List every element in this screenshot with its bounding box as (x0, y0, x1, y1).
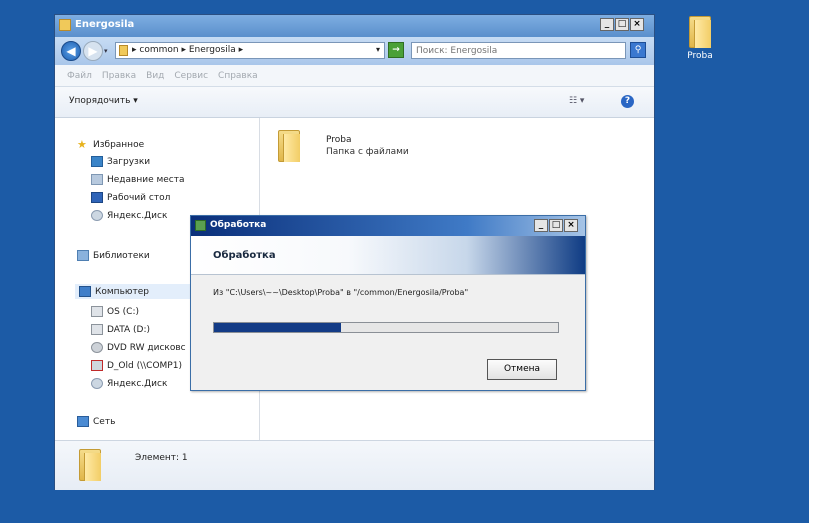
organize-button[interactable]: Упорядочить ▾ (69, 96, 138, 106)
menu-view[interactable]: Вид (146, 71, 164, 81)
sidebar-item-yandex-disk[interactable]: Яндекс.Диск (91, 210, 167, 221)
disconnected-network-drive-icon (91, 360, 103, 371)
progress-dialog: Обработка _ □ × Обработка Из "C:\Users\~… (190, 215, 586, 391)
dvd-drive-icon (91, 342, 103, 353)
chevron-down-icon[interactable]: ▾ (376, 45, 380, 54)
folder-icon (689, 16, 711, 48)
close-button[interactable]: × (630, 18, 644, 31)
folder-icon (59, 19, 71, 31)
sidebar-item-recent[interactable]: Недавние места (91, 174, 185, 185)
app-icon (195, 220, 206, 231)
details-pane: Элемент: 1 (55, 440, 654, 490)
downloads-icon (91, 156, 103, 167)
menu-edit[interactable]: Правка (102, 71, 136, 81)
explorer-titlebar[interactable]: Energosila _ □ × (55, 15, 654, 37)
cancel-button[interactable]: Отмена (487, 359, 557, 380)
folder-icon (278, 130, 300, 162)
sidebar-item-label: OS (C:) (107, 306, 139, 317)
item-count: Элемент: 1 (135, 453, 188, 463)
sidebar-item-label: DATA (D:) (107, 324, 151, 335)
dialog-controls: _ □ × (534, 219, 578, 232)
menu-bar: Файл Правка Вид Сервис Справка (55, 65, 654, 87)
menu-file[interactable]: Файл (67, 71, 92, 81)
sidebar-item-label: Избранное (93, 139, 145, 150)
sidebar-item-label: Загрузки (107, 156, 151, 167)
sidebar-item-network-drive[interactable]: D_Old (\\COMP1) (91, 360, 182, 371)
sidebar-item-favorites[interactable]: ★ Избранное (77, 138, 144, 151)
sidebar-item-downloads[interactable]: Загрузки (91, 156, 150, 167)
maximize-button[interactable]: □ (615, 18, 629, 31)
minimize-button[interactable]: _ (600, 18, 614, 31)
menu-help[interactable]: Справка (218, 71, 258, 81)
star-icon: ★ (77, 138, 87, 151)
libraries-icon (77, 250, 89, 261)
address-field[interactable]: ▸ common ▸ Energosila ▸ ▾ (115, 42, 385, 59)
dialog-heading: Обработка (213, 250, 276, 261)
drive-icon (91, 306, 103, 317)
cloud-drive-icon (91, 378, 103, 389)
progress-fill (214, 323, 341, 332)
sidebar-item-label: Компьютер (95, 286, 149, 297)
history-dropdown-icon[interactable]: ▾ (104, 47, 108, 55)
sidebar-item-libraries[interactable]: Библиотеки (77, 250, 150, 261)
address-bar: ◀ ▶ ▾ ▸ common ▸ Energosila ▸ ▾ → ⚲ (55, 37, 654, 65)
sidebar-item-drive-c[interactable]: OS (C:) (91, 306, 139, 317)
breadcrumb[interactable]: ▸ common ▸ Energosila ▸ (132, 45, 243, 55)
folder-icon (119, 45, 128, 56)
progress-bar (213, 322, 559, 333)
sidebar-item-label: Сеть (93, 416, 116, 427)
item-type: Папка с файлами (326, 147, 409, 157)
sidebar-item-label: Яндекс.Диск (107, 378, 168, 389)
back-button[interactable]: ◀ (61, 41, 81, 61)
drive-icon (91, 324, 103, 335)
search-icon[interactable]: ⚲ (630, 42, 646, 58)
sidebar-item-label: DVD RW дисковс (107, 342, 186, 353)
window-controls: _ □ × (600, 18, 644, 31)
sidebar-item-label: Библиотеки (93, 250, 150, 261)
search-input[interactable] (412, 43, 625, 59)
sidebar-item-yandex-disk-2[interactable]: Яндекс.Диск (91, 378, 167, 389)
maximize-button[interactable]: □ (549, 219, 563, 232)
window-title: Energosila (75, 19, 135, 30)
menu-tools[interactable]: Сервис (174, 71, 208, 81)
view-options-button[interactable]: ☷ ▾ (569, 96, 584, 106)
folder-icon (79, 449, 101, 481)
search-field[interactable] (411, 42, 626, 59)
close-button[interactable]: × (564, 219, 578, 232)
cloud-drive-icon (91, 210, 103, 221)
dialog-title: Обработка (210, 220, 267, 230)
copy-status-text: Из "C:\Users\~~\Desktop\Proba" в "/commo… (213, 288, 469, 297)
dialog-header: Обработка (191, 236, 585, 275)
sidebar-item-label: Яндекс.Диск (107, 210, 168, 221)
sidebar-item-network[interactable]: Сеть (77, 416, 115, 427)
minimize-button[interactable]: _ (534, 219, 548, 232)
screen-border-bottom (0, 523, 815, 529)
recent-places-icon (91, 174, 103, 185)
dialog-titlebar[interactable]: Обработка _ □ × (191, 216, 585, 236)
sidebar-item-label: Недавние места (107, 174, 185, 185)
forward-button[interactable]: ▶ (83, 41, 103, 61)
sidebar-item-dvd[interactable]: DVD RW дисковс (91, 342, 186, 353)
sidebar-item-label: Рабочий стол (107, 192, 171, 203)
refresh-button[interactable]: → (388, 42, 404, 58)
item-name: Proba (326, 135, 352, 145)
desktop-icon (91, 192, 103, 203)
network-icon (77, 416, 89, 427)
sidebar-item-label: D_Old (\\COMP1) (107, 360, 182, 371)
command-bar: Упорядочить ▾ ☷ ▾ ? (55, 87, 654, 118)
screen-border-right (809, 0, 815, 529)
desktop-icon-label: Proba (687, 51, 713, 61)
desktop-folder-proba[interactable]: Proba (676, 16, 724, 61)
sidebar-item-drive-d[interactable]: DATA (D:) (91, 324, 150, 335)
help-button[interactable]: ? (621, 95, 634, 108)
computer-icon (79, 286, 91, 297)
sidebar-item-desktop[interactable]: Рабочий стол (91, 192, 170, 203)
